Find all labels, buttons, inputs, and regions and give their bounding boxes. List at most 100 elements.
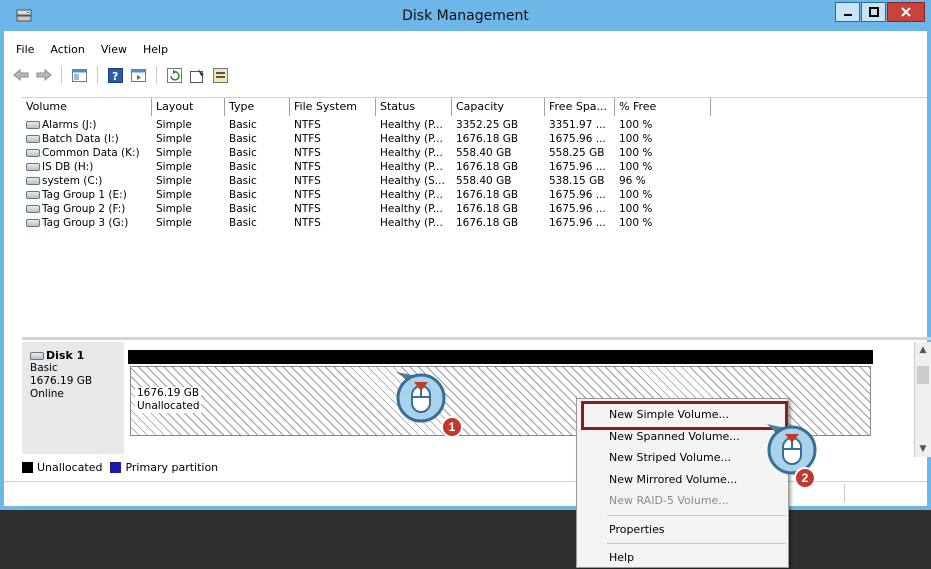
table-cell: Healthy (S... [376,174,452,188]
table-cell: Healthy (P... [376,118,452,132]
disk-name: Disk 1 [46,349,85,362]
column-header-type[interactable]: Type [225,98,290,116]
table-row[interactable]: Common Data (K:) Simple Basic NTFS Healthy (… [22,146,927,160]
console-icon[interactable] [71,67,88,84]
legend-swatch-unallocated [22,461,33,473]
view-icon[interactable] [130,67,147,84]
table-cell: 558.40 GB [452,174,545,188]
menu-view[interactable]: View [95,40,133,60]
table-cell: system (C:) [22,174,152,188]
cell-text: Basic [229,203,257,215]
properties-icon[interactable] [189,67,206,84]
export-icon[interactable] [212,67,229,84]
cell-text: Alarms (J:) [42,119,97,131]
menu-item-new-simple-volume[interactable]: New Simple Volume... [577,404,788,426]
table-cell: 558.25 GB [545,146,615,160]
cell-text: 1675.96 ... [549,203,606,215]
cell-text: 1675.96 ... [549,161,606,173]
menu-item-new-spanned-volume[interactable]: New Spanned Volume... [577,426,788,448]
help-icon[interactable]: ? [107,67,124,84]
column-header-status[interactable]: Status [376,98,452,116]
table-cell: NTFS [290,146,376,160]
context-menu: New Simple Volume... New Spanned Volume.… [576,398,789,568]
cell-text: 100 % [619,133,653,145]
table-cell: Basic [225,132,290,146]
disk-type: Basic [30,362,58,374]
table-cell: 1676.18 GB [452,202,545,216]
table-row[interactable]: Tag Group 2 (F:) Simple Basic NTFS Healthy (… [22,202,927,216]
table-row[interactable]: Tag Group 3 (G:) Simple Basic NTFS Healthy (… [22,216,927,230]
table-cell: Basic [225,146,290,160]
legend: Unallocated Primary partition [22,458,218,476]
disk-state: Online [30,388,64,400]
cell-text: 1676.18 GB [456,161,519,173]
table-row[interactable]: Tag Group 1 (E:) Simple Basic NTFS Healthy (… [22,188,927,202]
cell-text: Healthy (P... [380,217,443,229]
status-divider [844,484,845,502]
column-header-file-system[interactable]: File System [290,98,376,116]
close-icon [901,7,911,17]
column-header-percent-free[interactable]: % Free [615,98,711,116]
menu-action[interactable]: Action [44,40,90,60]
table-row[interactable]: system (C:) Simple Basic NTFS Healthy (S... 5… [22,174,927,188]
menu-file[interactable]: File [10,40,40,60]
title-bar[interactable]: Disk Management [4,0,927,31]
menu-item-new-striped-volume[interactable]: New Striped Volume... [577,447,788,469]
scrollbar-thumb[interactable] [917,366,929,384]
table-cell: 1675.96 ... [545,216,615,230]
cell-text: 1676.18 GB [456,189,519,201]
table-cell: Healthy (P... [376,160,452,174]
column-header-capacity[interactable]: Capacity [452,98,545,116]
close-button[interactable] [887,2,925,22]
cell-text: Basic [229,161,257,173]
column-header-volume[interactable]: Volume [22,98,152,116]
table-cell: Basic [225,188,290,202]
cell-text: Basic [229,217,257,229]
table-cell: 1676.18 GB [452,188,545,202]
cell-text: Common Data (K:) [42,147,140,159]
menu-help[interactable]: Help [137,40,174,60]
cell-text: 558.25 GB [549,147,605,159]
table-cell: Simple [152,188,225,202]
cell-text: 100 % [619,147,653,159]
table-row[interactable]: Batch Data (I:) Simple Basic NTFS Healthy (P… [22,132,927,146]
cell-text: NTFS [294,161,321,173]
volume-list: Volume Layout Type File System Status Ca… [22,97,927,335]
back-arrow-icon[interactable] [12,67,29,84]
cell-text: 1676.18 GB [456,217,519,229]
cell-text: 558.40 GB [456,175,512,187]
toolbar-separator [97,66,98,84]
cell-text: NTFS [294,175,321,187]
pane-splitter[interactable] [22,337,931,340]
cell-text: NTFS [294,189,321,201]
menu-item-new-mirrored-volume[interactable]: New Mirrored Volume... [577,469,788,491]
column-header-layout[interactable]: Layout [152,98,225,116]
cell-text: Simple [156,175,192,187]
table-row[interactable]: Alarms (J:) Simple Basic NTFS Healthy (P... 3… [22,118,927,132]
disk-info-block[interactable]: Disk 1 Basic 1676.19 GB Online [22,342,124,454]
menu-item-help[interactable]: Help [577,547,788,569]
partition-info: 1676.19 GB Unallocated [135,387,202,413]
cell-text: Simple [156,217,192,229]
table-cell: 3351.97 ... [545,118,615,132]
column-header-free-space[interactable]: Free Spa... [545,98,615,116]
maximize-button[interactable] [861,2,886,22]
table-cell: 558.40 GB [452,146,545,160]
scroll-down-icon[interactable]: ▼ [915,441,931,457]
table-cell: IS DB (H:) [22,160,152,174]
table-cell: 100 % [615,146,711,160]
cell-text: Tag Group 1 (E:) [42,189,127,201]
table-row[interactable]: IS DB (H:) Simple Basic NTFS Healthy (P... 16… [22,160,927,174]
menu-bar: File Action View Help [4,40,927,60]
forward-arrow-icon[interactable] [35,67,52,84]
menu-item-properties[interactable]: Properties [577,519,788,541]
cell-text: Healthy (P... [380,133,443,145]
cell-text: NTFS [294,147,321,159]
table-cell: Healthy (P... [376,146,452,160]
scroll-up-icon[interactable]: ▲ [915,342,931,358]
disk-view-scrollbar[interactable]: ▲ ▼ [914,342,931,457]
cell-text: NTFS [294,217,321,229]
table-cell: Common Data (K:) [22,146,152,160]
minimize-button[interactable] [835,2,860,22]
refresh-icon[interactable] [166,67,183,84]
